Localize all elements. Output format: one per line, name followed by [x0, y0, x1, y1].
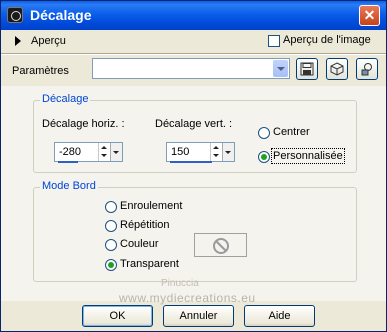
horiz-offset-value: -280: [59, 146, 82, 158]
centrer-label: Centrer: [273, 126, 310, 138]
chevron-down-icon[interactable]: [273, 60, 288, 77]
reset-button[interactable]: [326, 58, 348, 80]
personnalisee-label: Personnalisée: [271, 148, 345, 164]
preview-toggle[interactable]: Aperçu: [31, 35, 66, 47]
horiz-offset-spinner[interactable]: [98, 143, 110, 161]
ok-button[interactable]: OK: [82, 305, 153, 327]
enroulement-label: Enroulement: [120, 200, 183, 212]
transparent-radio[interactable]: [105, 259, 117, 271]
enroulement-radio[interactable]: [105, 201, 117, 213]
manage-presets-button[interactable]: [356, 58, 378, 80]
vert-offset-label: Décalage vert. :: [155, 118, 233, 130]
transparent-label: Transparent: [120, 258, 179, 270]
triangle-right-icon[interactable]: [15, 36, 21, 46]
save-preset-icon: [300, 62, 314, 76]
edge-mode-group-label: Mode Bord: [40, 180, 98, 192]
preset-dropdown[interactable]: [92, 58, 290, 79]
horiz-offset-dropdown[interactable]: [110, 143, 122, 161]
vert-offset-value: 150: [171, 146, 190, 158]
vert-offset-input[interactable]: 150: [166, 142, 235, 162]
horiz-offset-slider[interactable]: [58, 161, 78, 163]
personnalisee-radio[interactable]: [258, 151, 270, 163]
couleur-label: Couleur: [120, 238, 159, 250]
image-preview-label: Aperçu de l'image: [283, 34, 371, 46]
title-bar[interactable]: Décalage ✕: [1, 1, 386, 30]
cancel-button[interactable]: Annuler: [163, 305, 234, 327]
close-button[interactable]: ✕: [359, 5, 380, 26]
separator: [1, 53, 386, 55]
vert-offset-spinner[interactable]: [210, 143, 222, 161]
image-preview-checkbox[interactable]: [268, 35, 280, 47]
repetition-radio[interactable]: [105, 220, 117, 232]
offset-group-label: Décalage: [40, 93, 91, 105]
watermark-name: Pinuccia: [161, 278, 199, 289]
help-button[interactable]: Aide: [244, 305, 315, 327]
repetition-label: Répétition: [120, 219, 170, 231]
watermark-url: www.mydiecreations.eu: [119, 291, 256, 305]
reset-icon: [330, 62, 344, 76]
dialog-window: Décalage ✕ Aperçu Aperçu de l'image Para…: [0, 0, 387, 332]
horiz-offset-label: Décalage horiz. :: [42, 118, 125, 130]
no-color-icon: [213, 238, 229, 254]
params-label: Paramètres: [12, 65, 69, 77]
centrer-radio[interactable]: [258, 127, 270, 139]
couleur-radio[interactable]: [105, 239, 117, 251]
vert-offset-slider[interactable]: [170, 161, 212, 163]
manage-presets-icon: [361, 63, 372, 76]
color-swatch[interactable]: [194, 233, 247, 257]
window-title: Décalage: [30, 7, 92, 23]
horiz-offset-input[interactable]: -280: [54, 142, 123, 162]
app-icon: [7, 7, 23, 23]
save-preset-button[interactable]: [296, 58, 318, 80]
vert-offset-dropdown[interactable]: [222, 143, 234, 161]
